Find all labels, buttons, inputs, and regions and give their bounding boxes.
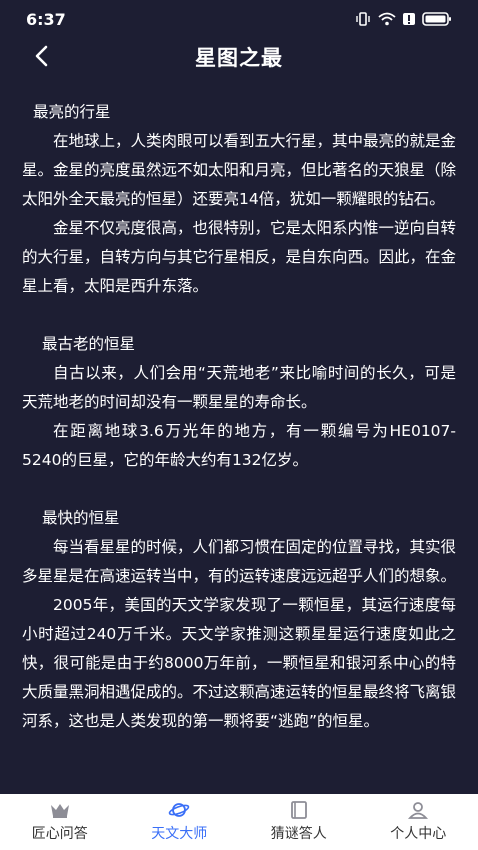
page-title: 星图之最 (195, 46, 283, 70)
status-bar: 6:37 (0, 0, 478, 38)
tab-label: 天文大师 (151, 826, 208, 842)
planet-icon (168, 801, 190, 819)
section-oldest-star: 最古老的恒星 自古以来，人们会用“天荒地老”来比喻时间的长久，可是天荒地老的时间… (22, 330, 456, 475)
status-time: 6:37 (26, 9, 66, 29)
tab-label: 匠心问答 (31, 826, 88, 842)
nav-bar: 星图之最 (0, 38, 478, 78)
paragraph: 在地球上，人类肉眼可以看到五大行星，其中最亮的就是金星。金星的亮度虽然远不如太阳… (22, 132, 457, 208)
section-title: 最快的恒星 (42, 509, 120, 527)
book-icon (288, 801, 310, 819)
tab-profile[interactable]: 个人中心 (359, 794, 478, 850)
status-icons (355, 12, 452, 26)
vibrate-icon (355, 12, 371, 26)
tab-riddle[interactable]: 猜谜答人 (239, 794, 359, 850)
section-title: 最古老的恒星 (42, 335, 136, 353)
article-content: 最亮的行星 在地球上，人类肉眼可以看到五大行星，其中最亮的就是金星。金星的亮度虽… (22, 98, 456, 765)
person-icon (407, 801, 429, 819)
tab-label: 个人中心 (390, 826, 447, 842)
paragraph: 2005年，美国的天文学家发现了一颗恒星，其运行速度每小时超过240万千米。天文… (22, 596, 457, 730)
section-brightest-planet: 最亮的行星 在地球上，人类肉眼可以看到五大行星，其中最亮的就是金星。金星的亮度虽… (22, 98, 456, 301)
paragraph: 在距离地球3.6万光年的地方，有一颗编号为HE0107-5240的巨星，它的年龄… (22, 422, 456, 469)
section-fastest-star: 最快的恒星 每当看星星的时候，人们都习惯在固定的位置寻找，其实很多星星是在高速运… (22, 504, 456, 736)
wifi-icon (378, 12, 396, 26)
section-title: 最亮的行星 (33, 103, 111, 121)
crown-icon (49, 801, 71, 819)
bottom-tab-bar: 匠心问答 天文大师 猜谜答人 个人中心 (0, 794, 478, 850)
alert-icon (403, 12, 415, 26)
paragraph: 每当看星星的时候，人们都习惯在固定的位置寻找，其实很多星星是在高速运转当中，有的… (22, 538, 457, 585)
paragraph: 自古以来，人们会用“天荒地老”来比喻时间的长久，可是天荒地老的时间却没有一颗星星… (22, 364, 456, 411)
tab-label: 猜谜答人 (270, 826, 327, 842)
tab-qa[interactable]: 匠心问答 (0, 794, 120, 850)
paragraph: 金星不仅亮度很高，也很特别，它是太阳系内惟一逆向自转的大行星，自转方向与其它行星… (22, 219, 457, 295)
battery-icon (422, 12, 452, 26)
tab-astronomy-master[interactable]: 天文大师 (120, 794, 240, 850)
